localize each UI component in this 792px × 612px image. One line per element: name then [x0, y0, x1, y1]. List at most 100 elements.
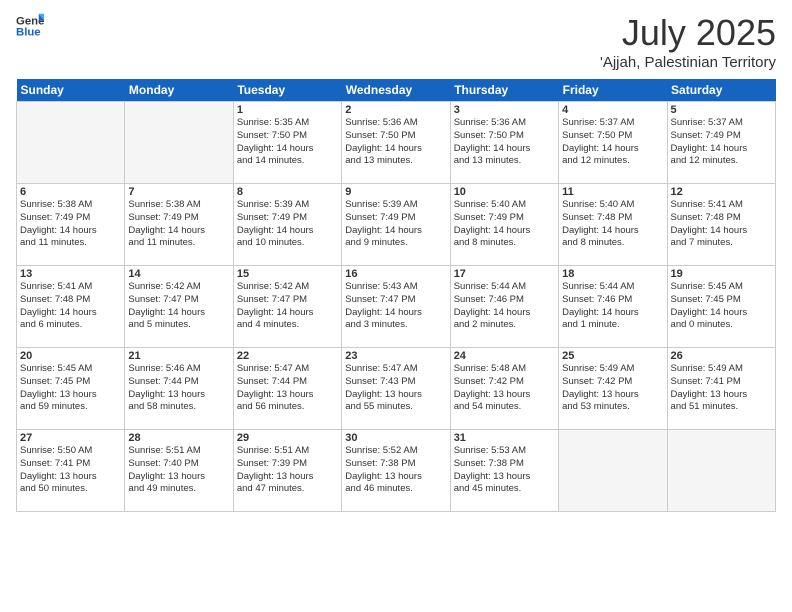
location-title: 'Ajjah, Palestinian Territory: [600, 54, 776, 71]
cell-line: Sunset: 7:49 PM: [20, 212, 121, 225]
cell-line: Daylight: 13 hours: [345, 471, 446, 484]
calendar-table: Sunday Monday Tuesday Wednesday Thursday…: [16, 79, 776, 512]
cell-line: Sunrise: 5:53 AM: [454, 445, 555, 458]
cell-line: Sunrise: 5:39 AM: [237, 199, 338, 212]
cell-line: Sunset: 7:47 PM: [128, 294, 229, 307]
cell-w0-d2: 1Sunrise: 5:35 AMSunset: 7:50 PMDaylight…: [233, 102, 341, 184]
cell-w1-d4: 10Sunrise: 5:40 AMSunset: 7:49 PMDayligh…: [450, 184, 558, 266]
week-row-0: 1Sunrise: 5:35 AMSunset: 7:50 PMDaylight…: [17, 102, 776, 184]
cell-line: Sunrise: 5:42 AM: [237, 281, 338, 294]
day-number: 7: [128, 186, 229, 198]
day-number: 14: [128, 268, 229, 280]
cell-line: Sunrise: 5:42 AM: [128, 281, 229, 294]
cell-line: Daylight: 13 hours: [345, 389, 446, 402]
cell-w2-d2: 15Sunrise: 5:42 AMSunset: 7:47 PMDayligh…: [233, 266, 341, 348]
day-number: 22: [237, 350, 338, 362]
cell-w0-d1: [125, 102, 233, 184]
cell-line: Sunrise: 5:35 AM: [237, 117, 338, 130]
cell-w3-d2: 22Sunrise: 5:47 AMSunset: 7:44 PMDayligh…: [233, 348, 341, 430]
cell-line: Sunrise: 5:38 AM: [128, 199, 229, 212]
cell-line: Sunset: 7:42 PM: [562, 376, 663, 389]
cell-line: Daylight: 14 hours: [237, 143, 338, 156]
cell-line: Daylight: 14 hours: [562, 307, 663, 320]
cell-line: Sunrise: 5:50 AM: [20, 445, 121, 458]
cell-line: Sunset: 7:50 PM: [237, 130, 338, 143]
cell-line: Daylight: 13 hours: [237, 471, 338, 484]
cell-line: Sunset: 7:47 PM: [345, 294, 446, 307]
day-number: 9: [345, 186, 446, 198]
day-number: 29: [237, 432, 338, 444]
cell-line: and 12 minutes.: [562, 155, 663, 168]
cell-w4-d1: 28Sunrise: 5:51 AMSunset: 7:40 PMDayligh…: [125, 430, 233, 512]
cell-line: Daylight: 14 hours: [671, 225, 772, 238]
cell-line: Daylight: 13 hours: [671, 389, 772, 402]
week-row-1: 6Sunrise: 5:38 AMSunset: 7:49 PMDaylight…: [17, 184, 776, 266]
page: General Blue July 2025 'Ajjah, Palestini…: [0, 0, 792, 612]
cell-line: and 59 minutes.: [20, 401, 121, 414]
cell-line: and 2 minutes.: [454, 319, 555, 332]
day-number: 1: [237, 104, 338, 116]
week-row-4: 27Sunrise: 5:50 AMSunset: 7:41 PMDayligh…: [17, 430, 776, 512]
col-thursday: Thursday: [450, 79, 558, 102]
week-row-2: 13Sunrise: 5:41 AMSunset: 7:48 PMDayligh…: [17, 266, 776, 348]
cell-line: Sunset: 7:48 PM: [562, 212, 663, 225]
day-number: 26: [671, 350, 772, 362]
cell-line: and 1 minute.: [562, 319, 663, 332]
cell-line: and 3 minutes.: [345, 319, 446, 332]
cell-w1-d3: 9Sunrise: 5:39 AMSunset: 7:49 PMDaylight…: [342, 184, 450, 266]
cell-w3-d0: 20Sunrise: 5:45 AMSunset: 7:45 PMDayligh…: [17, 348, 125, 430]
cell-w2-d1: 14Sunrise: 5:42 AMSunset: 7:47 PMDayligh…: [125, 266, 233, 348]
cell-w0-d4: 3Sunrise: 5:36 AMSunset: 7:50 PMDaylight…: [450, 102, 558, 184]
cell-line: and 51 minutes.: [671, 401, 772, 414]
cell-w2-d6: 19Sunrise: 5:45 AMSunset: 7:45 PMDayligh…: [667, 266, 775, 348]
day-number: 3: [454, 104, 555, 116]
cell-line: and 55 minutes.: [345, 401, 446, 414]
cell-line: Sunset: 7:49 PM: [237, 212, 338, 225]
cell-w4-d6: [667, 430, 775, 512]
month-title: July 2025: [600, 12, 776, 54]
cell-line: Daylight: 13 hours: [454, 471, 555, 484]
cell-line: Sunset: 7:41 PM: [671, 376, 772, 389]
cell-line: Daylight: 14 hours: [671, 143, 772, 156]
cell-w1-d0: 6Sunrise: 5:38 AMSunset: 7:49 PMDaylight…: [17, 184, 125, 266]
cell-line: Sunset: 7:50 PM: [562, 130, 663, 143]
cell-line: and 0 minutes.: [671, 319, 772, 332]
cell-line: Sunset: 7:49 PM: [128, 212, 229, 225]
cell-line: and 53 minutes.: [562, 401, 663, 414]
day-number: 24: [454, 350, 555, 362]
col-wednesday: Wednesday: [342, 79, 450, 102]
cell-line: Sunrise: 5:45 AM: [671, 281, 772, 294]
day-number: 16: [345, 268, 446, 280]
cell-w1-d2: 8Sunrise: 5:39 AMSunset: 7:49 PMDaylight…: [233, 184, 341, 266]
cell-line: Sunrise: 5:47 AM: [345, 363, 446, 376]
day-number: 15: [237, 268, 338, 280]
cell-line: Daylight: 13 hours: [562, 389, 663, 402]
cell-w2-d5: 18Sunrise: 5:44 AMSunset: 7:46 PMDayligh…: [559, 266, 667, 348]
cell-line: and 10 minutes.: [237, 237, 338, 250]
day-number: 6: [20, 186, 121, 198]
cell-line: Daylight: 14 hours: [345, 143, 446, 156]
cell-line: Sunrise: 5:46 AM: [128, 363, 229, 376]
day-number: 31: [454, 432, 555, 444]
day-number: 28: [128, 432, 229, 444]
day-number: 11: [562, 186, 663, 198]
cell-line: Sunset: 7:43 PM: [345, 376, 446, 389]
cell-line: and 11 minutes.: [20, 237, 121, 250]
cell-line: Sunset: 7:46 PM: [562, 294, 663, 307]
cell-line: Sunrise: 5:37 AM: [671, 117, 772, 130]
cell-w3-d1: 21Sunrise: 5:46 AMSunset: 7:44 PMDayligh…: [125, 348, 233, 430]
cell-w3-d4: 24Sunrise: 5:48 AMSunset: 7:42 PMDayligh…: [450, 348, 558, 430]
title-block: July 2025 'Ajjah, Palestinian Territory: [600, 12, 776, 71]
cell-w0-d5: 4Sunrise: 5:37 AMSunset: 7:50 PMDaylight…: [559, 102, 667, 184]
cell-line: Sunrise: 5:49 AM: [562, 363, 663, 376]
cell-line: Sunrise: 5:47 AM: [237, 363, 338, 376]
day-number: 17: [454, 268, 555, 280]
cell-line: Sunrise: 5:40 AM: [562, 199, 663, 212]
cell-line: Sunrise: 5:44 AM: [562, 281, 663, 294]
day-number: 12: [671, 186, 772, 198]
day-number: 4: [562, 104, 663, 116]
day-number: 18: [562, 268, 663, 280]
cell-w4-d4: 31Sunrise: 5:53 AMSunset: 7:38 PMDayligh…: [450, 430, 558, 512]
cell-line: Sunrise: 5:37 AM: [562, 117, 663, 130]
cell-line: Daylight: 14 hours: [454, 143, 555, 156]
